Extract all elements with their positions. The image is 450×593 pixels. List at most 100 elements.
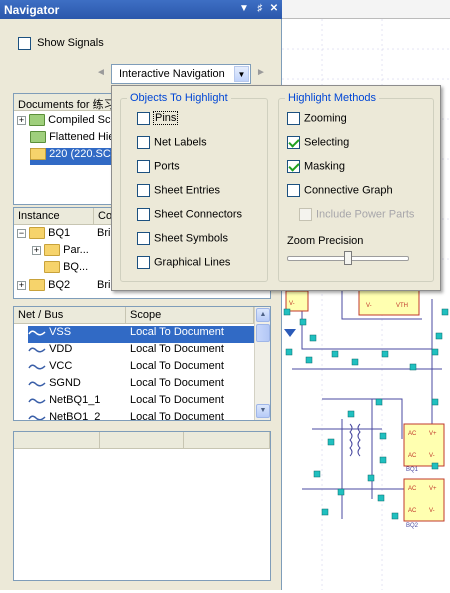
interactive-navigation-dropdown[interactable]: Interactive Navigation ▼ [111, 64, 251, 84]
expand-icon[interactable]: + [17, 280, 26, 290]
objects-to-highlight-group: Objects To Highlight Pins Net Labels Por… [120, 92, 268, 282]
expand-icon[interactable]: + [17, 115, 26, 125]
svg-text:AC: AC [408, 431, 417, 437]
option-label: Include Power Parts [316, 208, 415, 221]
document-item-selected[interactable]: 220 (220.SCH [30, 148, 123, 165]
objects-group-title: Objects To Highlight [127, 92, 231, 104]
option-label: Zooming [304, 112, 347, 125]
nav-back-icon[interactable]: ◄ [96, 67, 106, 78]
net-row[interactable]: SGND Local To Document [28, 377, 254, 394]
collapse-icon[interactable]: − [17, 228, 26, 238]
details-list [13, 431, 271, 581]
net-scope: Local To Document [130, 326, 224, 338]
net-name: VSS [49, 326, 72, 338]
net-column-header[interactable]: Net / Bus [14, 307, 126, 324]
net-row[interactable]: VDD Local To Document [28, 343, 254, 360]
show-signals-option[interactable]: Show Signals [18, 37, 104, 50]
scope-column-header[interactable]: Scope [126, 307, 254, 324]
option-label: Connective Graph [304, 184, 393, 197]
zooming-checkbox[interactable] [287, 112, 300, 125]
folder-icon [29, 279, 46, 292]
option-masking[interactable]: Masking [287, 160, 345, 173]
show-signals-checkbox[interactable] [18, 37, 31, 50]
option-graphical-lines[interactable]: Graphical Lines [137, 256, 230, 269]
option-label: Sheet Entries [154, 184, 221, 197]
include-power-parts-checkbox [299, 208, 312, 221]
document-label: 220 (220.SCH [49, 148, 119, 160]
net-row-selected[interactable]: VSS Local To Document [28, 326, 254, 343]
option-label: Selecting [304, 136, 350, 149]
instance-row[interactable]: + Par... [32, 244, 89, 261]
details-column-header[interactable] [100, 432, 184, 449]
window-title: Navigator [4, 3, 60, 17]
svg-text:V-: V- [366, 303, 372, 309]
option-label: Graphical Lines [154, 256, 231, 269]
methods-group-title: Highlight Methods [285, 92, 380, 104]
connective-graph-checkbox[interactable] [287, 184, 300, 197]
option-sheet-symbols[interactable]: Sheet Symbols [137, 232, 228, 245]
graphical-lines-checkbox[interactable] [137, 256, 150, 269]
net-list-scrollbar[interactable]: ▲ ▼ [254, 307, 270, 420]
nav-forward-icon[interactable]: ► [256, 67, 266, 78]
svg-text:VTH: VTH [396, 303, 408, 309]
net-icon [28, 398, 46, 404]
zoom-precision-label: Zoom Precision [287, 235, 364, 247]
pin-icon[interactable]: ♯ [254, 3, 266, 15]
net-labels-checkbox[interactable] [137, 136, 150, 149]
instance-component: Bri [97, 227, 111, 239]
option-sheet-entries[interactable]: Sheet Entries [137, 184, 220, 197]
instance-component: Bri [97, 279, 111, 291]
net-icon [28, 381, 46, 387]
option-net-labels[interactable]: Net Labels [137, 136, 207, 149]
details-column-header[interactable] [184, 432, 270, 449]
svg-text:BQ1: BQ1 [406, 467, 419, 473]
option-label: Ports [154, 160, 180, 173]
folder-icon [30, 131, 46, 144]
instance-name: Par... [63, 244, 89, 256]
scroll-up-icon[interactable]: ▲ [256, 308, 270, 322]
sheet-symbols-checkbox[interactable] [137, 232, 150, 245]
option-zooming[interactable]: Zooming [287, 112, 347, 125]
ports-checkbox[interactable] [137, 160, 150, 173]
details-column-header[interactable] [14, 432, 100, 449]
option-sheet-connectors[interactable]: Sheet Connectors [137, 208, 242, 221]
document-item[interactable]: Flattened Hie [30, 131, 115, 148]
sheet-entries-checkbox[interactable] [137, 184, 150, 197]
instance-column-header[interactable]: Instance [14, 208, 94, 225]
net-scope: Local To Document [130, 394, 224, 406]
document-label: Compiled Sc [48, 114, 111, 126]
option-pins[interactable]: Pins [137, 111, 179, 126]
chevron-down-icon[interactable]: ▼ [234, 66, 249, 82]
folder-icon [30, 148, 46, 161]
close-icon[interactable]: ✕ [268, 3, 280, 15]
panel-menu-icon[interactable]: ▼ [238, 3, 250, 15]
scroll-down-icon[interactable]: ▼ [256, 404, 270, 418]
zoom-precision-slider[interactable] [344, 251, 352, 265]
option-selecting[interactable]: Selecting [287, 136, 349, 149]
svg-text:AC: AC [408, 486, 417, 492]
net-scope: Local To Document [130, 343, 224, 355]
svg-text:V-: V- [429, 453, 435, 459]
net-list: Net / Bus Scope VSS Local To Document VD… [13, 306, 271, 421]
schematic-ruler [282, 0, 450, 19]
expand-icon[interactable]: + [32, 245, 41, 255]
masking-checkbox[interactable] [287, 160, 300, 173]
option-label: Sheet Symbols [154, 232, 228, 245]
instance-row[interactable]: BQ... [44, 261, 88, 278]
net-row[interactable]: NetBQ1_2 Local To Document [28, 411, 254, 420]
net-row[interactable]: VCC Local To Document [28, 360, 254, 377]
net-row[interactable]: NetBQ1_1 Local To Document [28, 394, 254, 411]
dropdown-value: Interactive Navigation [119, 68, 225, 80]
option-connective-graph[interactable]: Connective Graph [287, 184, 393, 197]
svg-text:V+: V+ [429, 486, 437, 492]
navigation-options-popup: Objects To Highlight Pins Net Labels Por… [111, 85, 441, 291]
selecting-checkbox[interactable] [287, 136, 300, 149]
option-ports[interactable]: Ports [137, 160, 180, 173]
svg-text:V+: V+ [429, 431, 437, 437]
svg-text:V-: V- [429, 508, 435, 514]
sheet-connectors-checkbox[interactable] [137, 208, 150, 221]
document-item[interactable]: + Compiled Sc [17, 114, 110, 131]
scroll-thumb[interactable] [256, 324, 270, 342]
pins-checkbox[interactable] [137, 112, 150, 125]
folder-icon [44, 244, 61, 257]
